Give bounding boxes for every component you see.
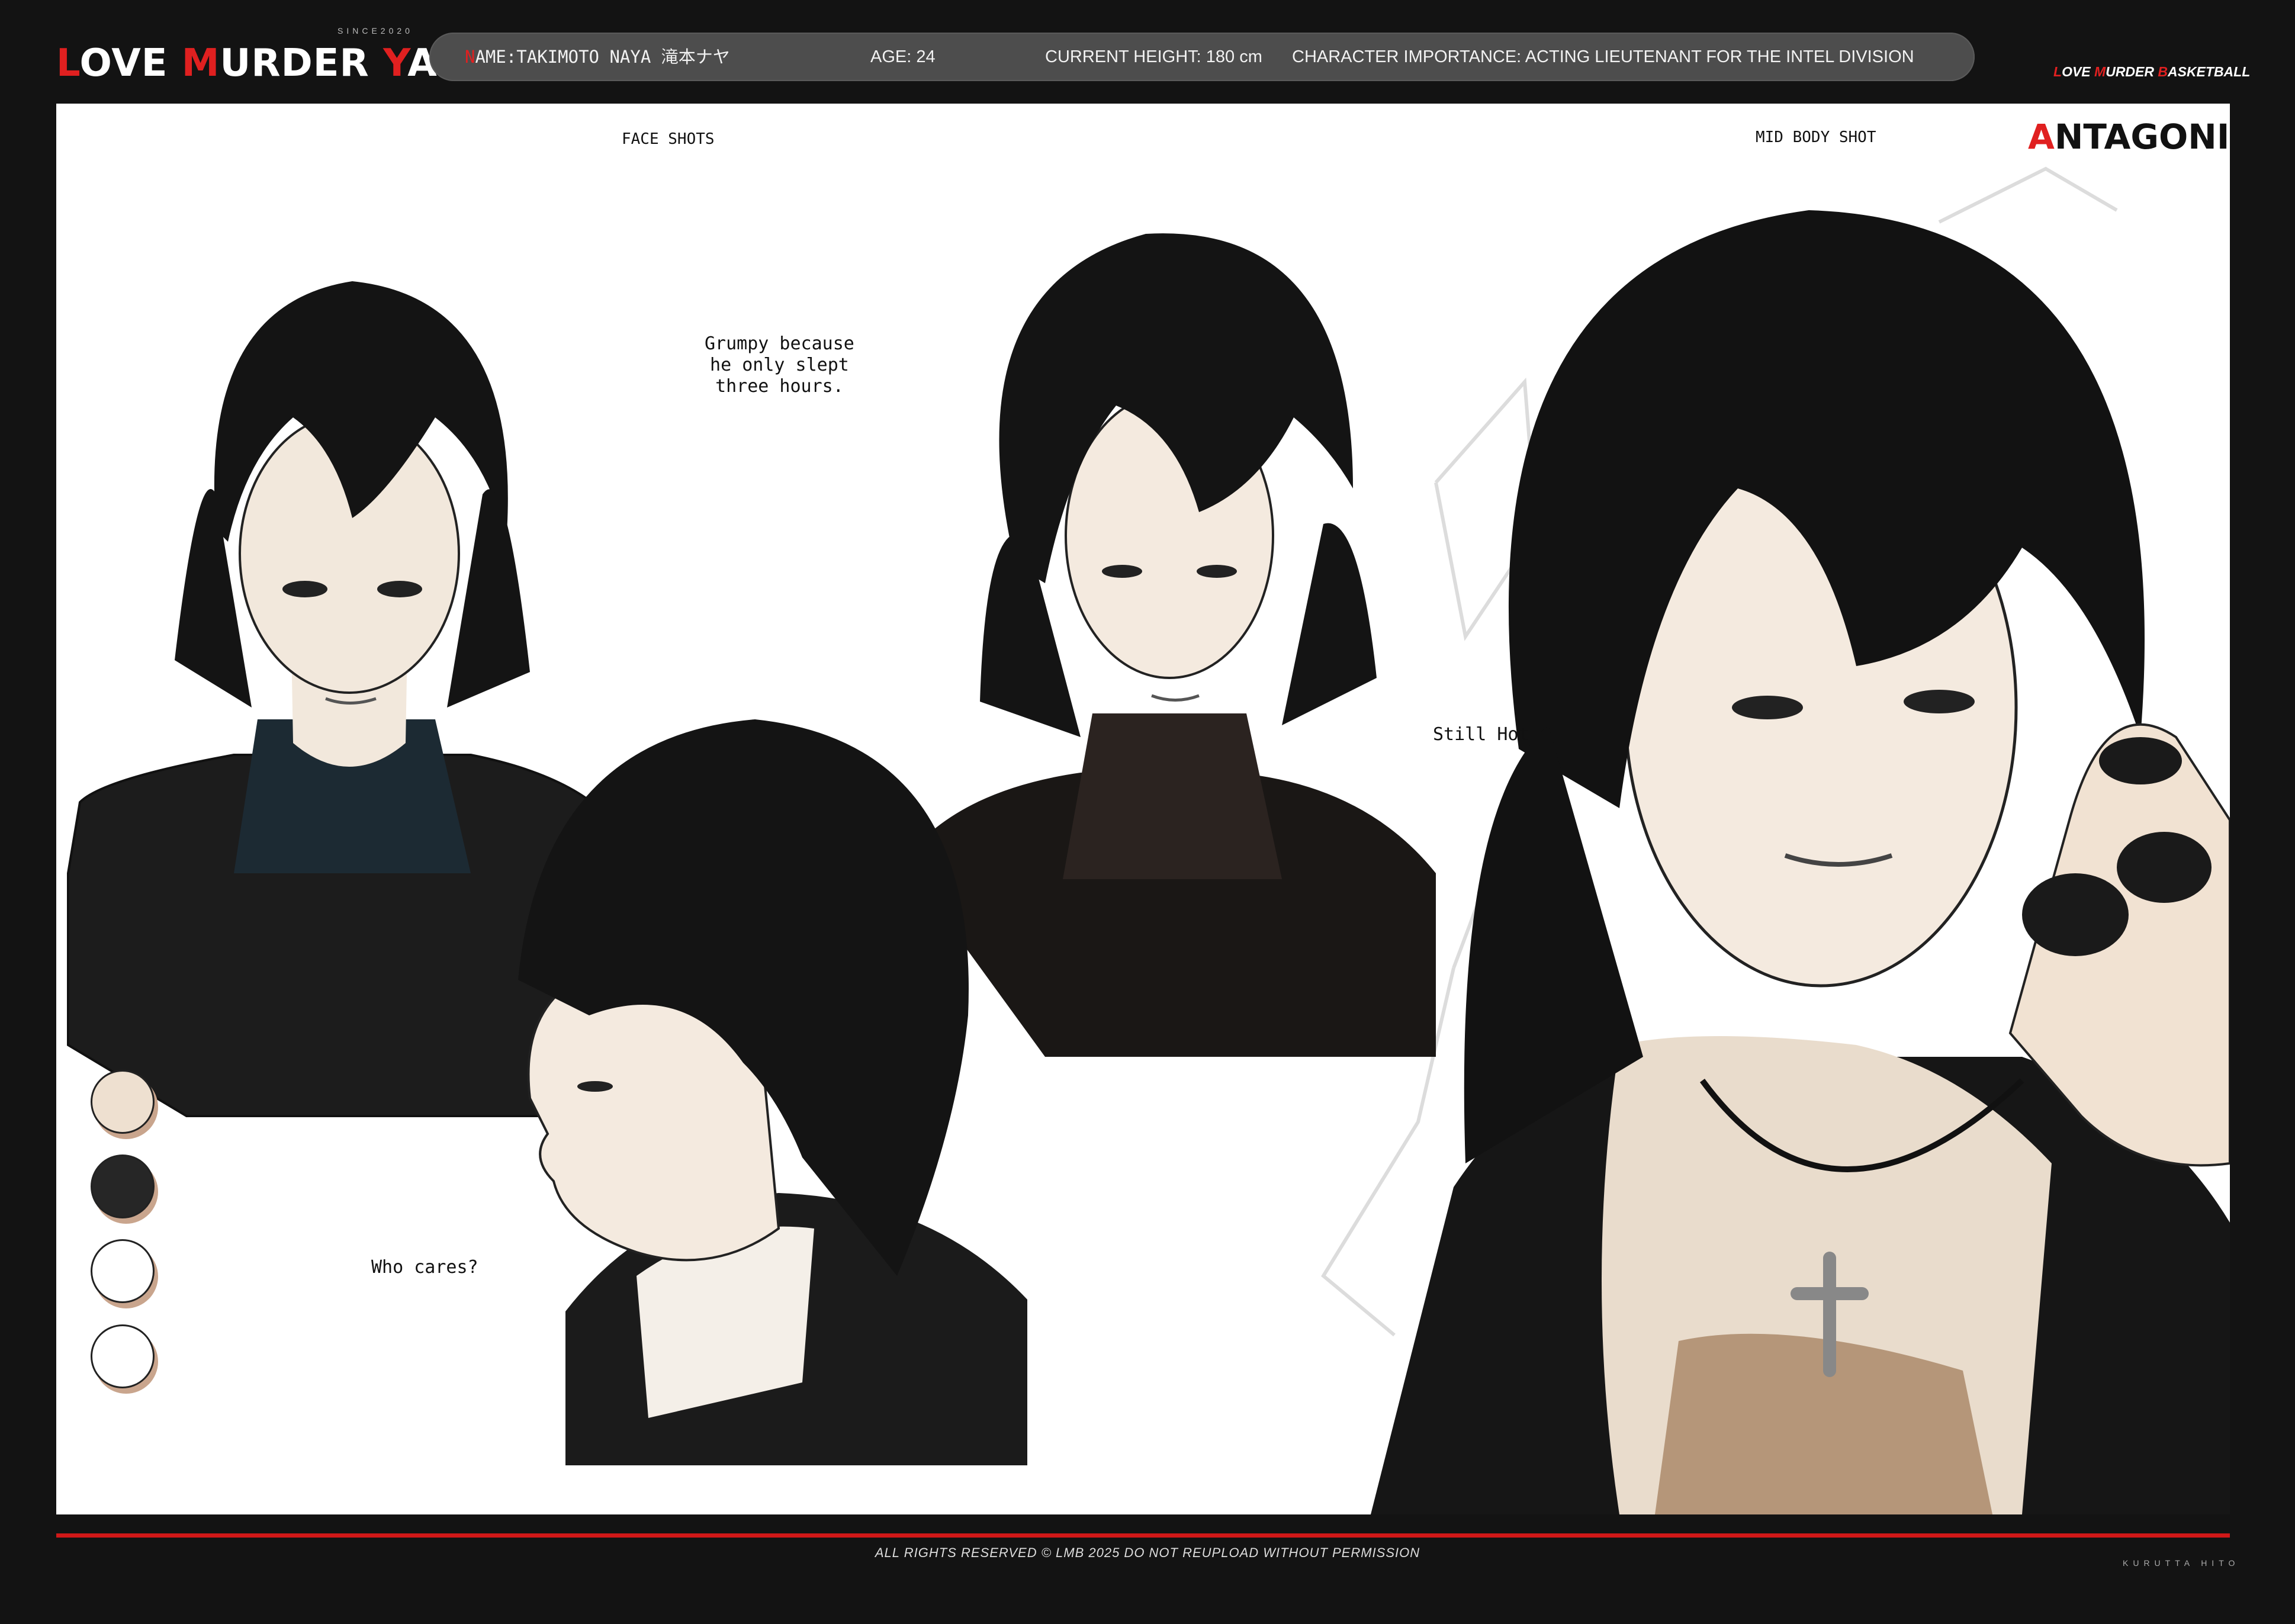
swatch-white-2 (91, 1324, 155, 1388)
face-shots-label: FACE SHOTS (622, 130, 715, 148)
copyright-notice: ALL RIGHTS RESERVED © LMB 2025 DO NOT RE… (875, 1545, 1420, 1560)
role-badge: ANTAGONIST (2028, 117, 2230, 157)
swatch-white-1 (91, 1239, 155, 1303)
character-importance: CHARACTER IMPORTANCE: ACTING LIEUTENANT … (1292, 47, 1914, 66)
character-age: AGE: 24 (870, 47, 936, 66)
character-height: CURRENT HEIGHT: 180 cm (1045, 47, 1262, 66)
since-label: SINCE2020 (338, 26, 413, 36)
mid-body-shot (1371, 210, 2230, 1514)
artist-signature: KURUTTA HITO (2123, 1558, 2240, 1568)
swatch-skin (91, 1070, 155, 1134)
note-still-hot: Still Hot (1433, 724, 1529, 745)
character-sheet-panel: FACE SHOTS MID BODY SHOT ANTAGONIST Grum… (56, 104, 2230, 1514)
character-info-bar: NAME:TAKIMOTO NAYA 滝本ナヤ AGE: 24 CURRENT … (429, 33, 1975, 81)
swatch-hair (91, 1155, 155, 1218)
face-shot-profile (518, 719, 1027, 1465)
lmb-logo: LOVE MURDER BASKETBALL (2053, 64, 2251, 79)
footer-divider (56, 1533, 2230, 1538)
mid-body-shot-label: MID BODY SHOT (1756, 128, 1876, 146)
character-name: NAME:TAKIMOTO NAYA 滝本ナヤ (465, 47, 730, 67)
note-who-cares: Who cares? (371, 1257, 478, 1278)
note-grumpy: Grumpy because he only slept three hours… (705, 333, 854, 397)
